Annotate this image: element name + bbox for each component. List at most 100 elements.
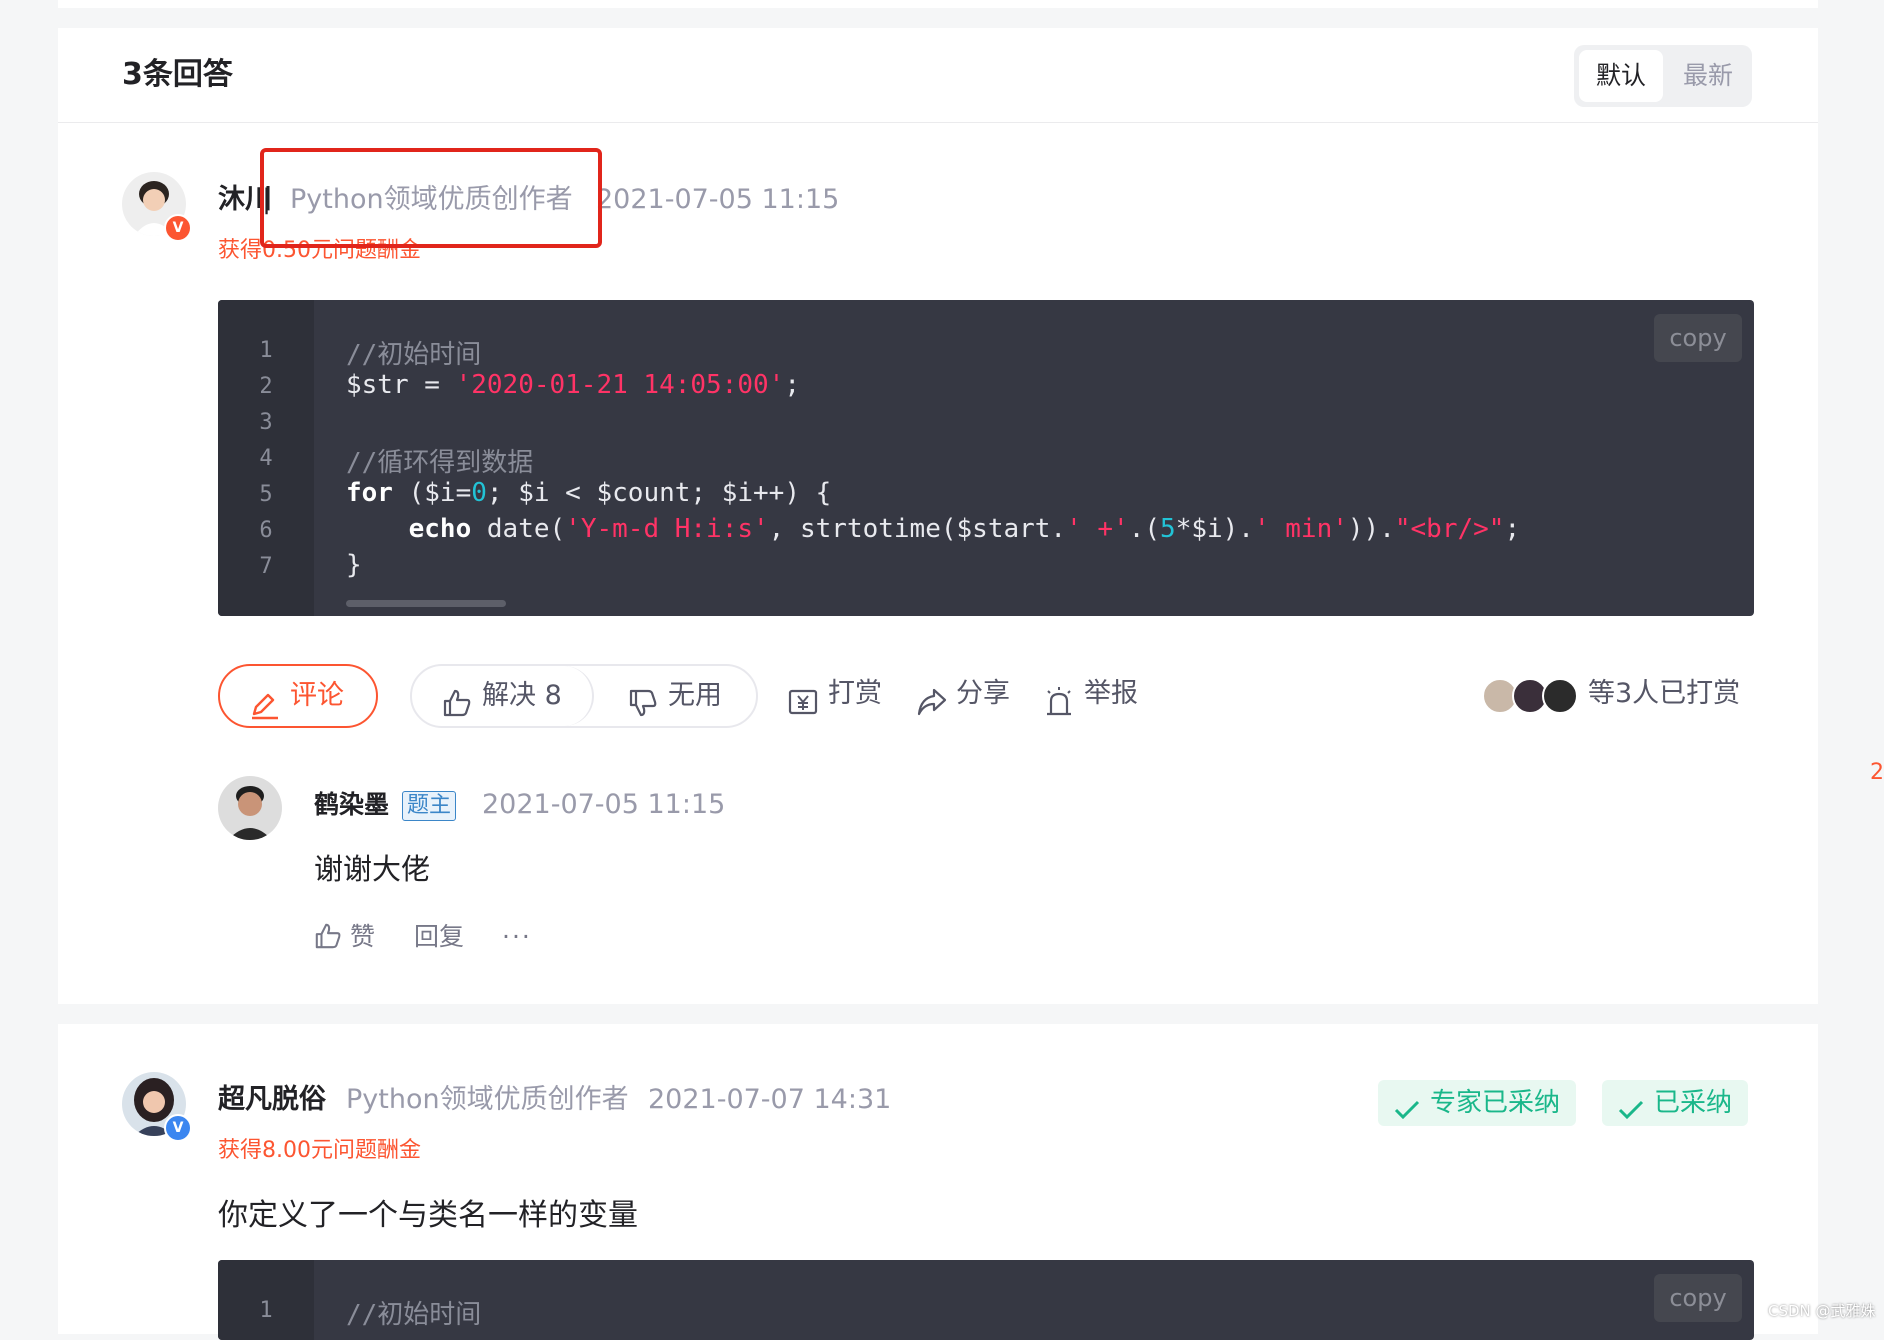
reply-time: 2021-07-05 11:15 xyxy=(482,789,726,820)
code-text: *$i). xyxy=(1175,514,1254,544)
code-text: } xyxy=(346,550,362,580)
thumbs-down-icon xyxy=(628,680,658,740)
answers-header: 3条回答 默认 最新 xyxy=(58,28,1818,123)
tip-button[interactable]: 打赏 xyxy=(788,664,884,724)
line-number: 5 xyxy=(259,482,273,507)
report-button[interactable]: 举报 xyxy=(1044,664,1140,724)
answers-card: 3条回答 默认 最新 V 沐川 | Python领域优质创作者 2021-07-… xyxy=(58,28,1818,1004)
code-block: 1 //初始时间 copy xyxy=(218,1260,1754,1340)
code-text: , strtotime($start. xyxy=(768,514,1067,544)
share-label: 分享 xyxy=(956,678,1010,709)
avatar-image xyxy=(218,776,282,840)
accepted-tag: 已采纳 xyxy=(1602,1080,1749,1126)
previous-card xyxy=(58,0,1818,8)
code-string: ' min' xyxy=(1253,514,1348,544)
code-line: //初始时间 xyxy=(346,1294,481,1331)
pen-icon xyxy=(250,682,280,742)
code-comment: //初始时间 xyxy=(346,1300,482,1330)
solve-button[interactable]: 解决 8 xyxy=(412,666,594,726)
line-number: 1 xyxy=(259,338,273,363)
line-number: 1 xyxy=(259,1298,273,1323)
reward-text: 获得8.00元问题酬金 xyxy=(218,1138,421,1163)
comment-button[interactable]: 评论 xyxy=(218,664,378,728)
code-text: date( xyxy=(471,514,566,544)
code-line: echo date('Y-m-d H:i:s', strtotime($star… xyxy=(346,514,1520,544)
line-number: 3 xyxy=(259,410,273,435)
line-number: 7 xyxy=(259,554,273,579)
tipped-summary[interactable]: 等3人已打赏 xyxy=(1588,664,1740,724)
reply-text: 谢谢大佬 xyxy=(314,852,431,886)
tip-label: 打赏 xyxy=(828,678,882,709)
verified-badge-icon: V xyxy=(164,1114,192,1142)
alarm-icon xyxy=(1044,679,1074,739)
edge-mark: 2 xyxy=(1870,760,1884,785)
more-button[interactable]: ··· xyxy=(502,918,532,956)
code-comment: //初始时间 xyxy=(346,340,482,370)
like-label: 赞 xyxy=(350,922,376,951)
code-string: "<br/>" xyxy=(1394,514,1505,544)
code-block: 1 2 3 4 5 6 7 //初始时间 $str = '2020-01-21 … xyxy=(218,300,1754,616)
copy-button[interactable]: copy xyxy=(1654,314,1742,362)
code-keyword: echo xyxy=(408,514,472,544)
code-line: //循环得到数据 xyxy=(346,442,533,479)
check-icon xyxy=(1618,1091,1644,1137)
highlight-box xyxy=(260,148,602,248)
code-string: 'Y-m-d H:i:s' xyxy=(565,514,769,544)
line-number: 4 xyxy=(259,446,273,471)
expert-accepted-tag: 专家已采纳 xyxy=(1378,1080,1577,1126)
code-text: ; xyxy=(784,370,800,400)
code-text: ($i= xyxy=(392,478,472,508)
yuan-tip-icon xyxy=(788,679,818,739)
avatar xyxy=(1542,678,1578,714)
horizontal-scrollbar[interactable] xyxy=(346,600,506,607)
answer-time: 2021-07-05 11:15 xyxy=(596,184,840,215)
code-keyword: for xyxy=(346,478,393,508)
op-tag: 题主 xyxy=(402,791,457,821)
thumbs-up-icon xyxy=(314,922,342,961)
code-line: $str = '2020-01-21 14:05:00'; xyxy=(346,370,800,400)
watermark: CSDN @武雅姝 xyxy=(1768,1302,1876,1320)
code-line: for ($i=0; $i < $count; $i++) { xyxy=(346,478,831,508)
answer-card: V 超凡脱俗 Python领域优质创作者 2021-07-07 14:31 获得… xyxy=(58,1024,1818,1340)
code-line: } xyxy=(346,550,362,580)
report-label: 举报 xyxy=(1084,678,1138,709)
reply-button[interactable]: 回复 xyxy=(414,918,464,956)
useless-button[interactable]: 无用 xyxy=(592,666,756,726)
code-text: .( xyxy=(1128,514,1161,544)
share-button[interactable]: 分享 xyxy=(916,664,1012,724)
answer-body: 你定义了一个与类名一样的变量 xyxy=(218,1198,638,1233)
code-comment: //循环得到数据 xyxy=(346,448,534,478)
code-text: ; $i < $count; $i++) { xyxy=(486,478,832,508)
code-line: //初始时间 xyxy=(346,334,481,371)
sort-default-button[interactable]: 默认 xyxy=(1579,50,1663,102)
avatar[interactable] xyxy=(218,776,282,840)
code-text: )). xyxy=(1347,514,1395,544)
comment-label: 评论 xyxy=(290,680,344,711)
code-number: 5 xyxy=(1160,514,1176,544)
line-number: 2 xyxy=(259,374,273,399)
answer-time: 2021-07-07 14:31 xyxy=(648,1084,892,1115)
useless-label: 无用 xyxy=(668,680,722,711)
answer-count: 3条回答 xyxy=(122,57,233,92)
author-name[interactable]: 超凡脱俗 xyxy=(218,1082,326,1118)
code-number: 0 xyxy=(471,478,487,508)
code-string: ' +' xyxy=(1066,514,1129,544)
tipper-avatars[interactable] xyxy=(1482,678,1578,714)
reply-author[interactable]: 鹤染墨 xyxy=(314,788,389,822)
code-text: ; xyxy=(1504,514,1521,544)
solve-label: 解决 8 xyxy=(482,680,562,711)
verified-badge-icon: V xyxy=(164,214,192,242)
copy-button[interactable]: copy xyxy=(1654,1274,1742,1322)
share-icon xyxy=(916,679,948,739)
code-text: $str = xyxy=(346,370,456,400)
sort-toggle: 默认 最新 xyxy=(1574,45,1752,107)
accepted-label: 已采纳 xyxy=(1654,1088,1733,1118)
author-title: Python领域优质创作者 xyxy=(346,1084,629,1115)
expert-accepted-label: 专家已采纳 xyxy=(1430,1088,1561,1118)
thumbs-up-icon xyxy=(442,680,472,740)
vote-group: 解决 8 无用 xyxy=(410,664,758,728)
check-icon xyxy=(1394,1091,1420,1137)
sort-latest-button[interactable]: 最新 xyxy=(1666,50,1750,102)
line-number: 6 xyxy=(259,518,273,543)
